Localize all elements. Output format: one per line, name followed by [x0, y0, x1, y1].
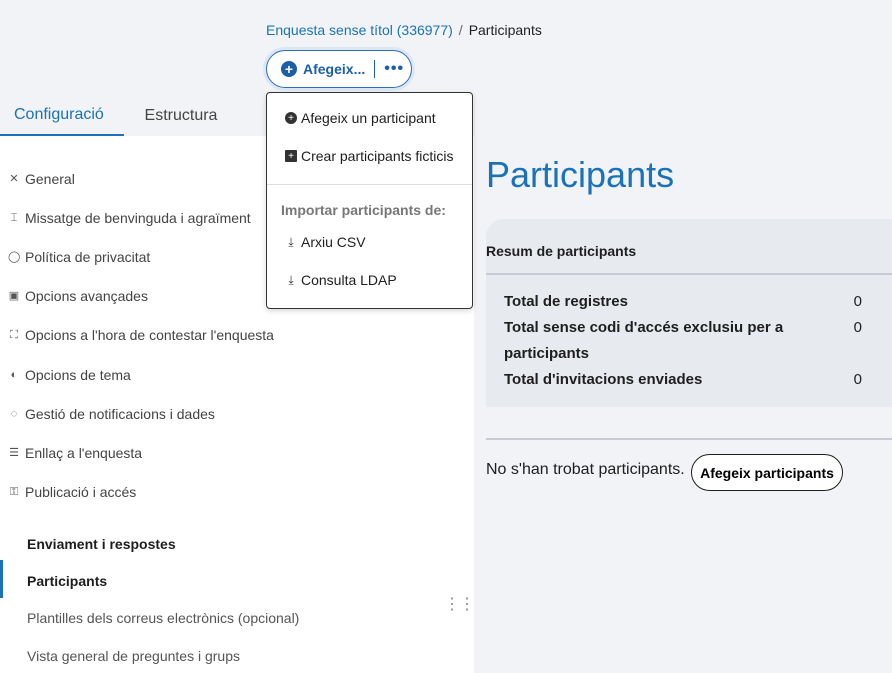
sidebar-item-label: Enllaç a l'enquesta: [25, 445, 143, 461]
breadcrumb-separator: /: [458, 22, 463, 38]
menu-item-label: Consulta LDAP: [301, 272, 397, 288]
summary-row-value: 0: [853, 371, 862, 388]
divider: [486, 438, 892, 440]
tab-configuracio[interactable]: Configuració: [0, 96, 124, 136]
plus-circle-icon: +: [285, 112, 297, 124]
sidebar-item-notifications[interactable]: ◌ Gestió de notificacions i dades: [8, 406, 215, 422]
sidebar-item-overview[interactable]: Vista general de preguntes i grups: [27, 648, 240, 664]
plus-square-icon: +: [285, 150, 297, 162]
menu-item-label: Afegeix un participant: [301, 110, 436, 126]
participants-summary-card: Resum de participants Total de registres…: [486, 219, 892, 407]
menu-item-label: Crear participants ficticis: [301, 148, 454, 164]
active-indicator: [0, 560, 3, 598]
sidebar-item-email-templates[interactable]: Plantilles dels correus electrònics (opc…: [27, 610, 299, 626]
add-split-button[interactable]: + Afegeix... •••: [266, 50, 412, 88]
drag-handle-icon[interactable]: ⋮⋮: [444, 597, 475, 613]
sidebar-item-label: Gestió de notificacions i dades: [25, 406, 215, 422]
sidebar-item-survey-link[interactable]: ☰ Enllaç a l'enquesta: [8, 445, 142, 461]
sidebar-item-advanced[interactable]: ▣ Opcions avançades: [8, 288, 148, 304]
focus-icon: ⛶: [10, 329, 18, 341]
menu-item-import-ldap[interactable]: ⤓ Consulta LDAP: [285, 272, 397, 288]
summary-row: Total de registres 0: [504, 289, 884, 315]
sidebar-item-answering[interactable]: ⛶ Opcions a l'hora de contestar l'enques…: [8, 327, 274, 343]
sidebar-item-label: General: [25, 171, 75, 187]
contrast-icon: ◐: [10, 369, 18, 381]
plus-circle-icon: +: [281, 61, 297, 77]
shield-icon: ◯: [8, 251, 21, 263]
download-icon: ⤓: [288, 234, 294, 249]
sidebar-item-theme[interactable]: ◐ Opcions de tema: [8, 367, 131, 383]
sidebar-item-label: Opcions de tema: [25, 367, 131, 383]
menu-item-dummy-participants[interactable]: + Crear participants ficticis: [285, 148, 454, 164]
options-icon: ▣: [8, 290, 20, 302]
summary-row-label: Total de registres: [504, 293, 628, 310]
download-icon: ⤓: [288, 272, 294, 287]
import-heading: Importar participants de:: [281, 202, 446, 218]
divider: [267, 184, 472, 185]
tab-estructura[interactable]: Estructura: [124, 96, 238, 136]
summary-row-value: 0: [853, 293, 862, 310]
sidebar-item-participants[interactable]: Participants: [27, 573, 107, 589]
sidebar-item-label: Opcions avançades: [25, 288, 148, 304]
add-dropdown-menu: + Afegeix un participant + Crear partici…: [266, 92, 473, 309]
add-split-button-label[interactable]: Afegeix...: [303, 61, 365, 77]
sidebar-item-label: Opcions a l'hora de contestar l'enquesta: [25, 327, 274, 343]
more-dots-icon[interactable]: •••: [384, 60, 404, 78]
breadcrumb-survey-link[interactable]: Enquesta sense títol (336977): [266, 22, 453, 38]
list-icon: ☰: [9, 447, 19, 459]
empty-message: No s'han trobat participants.: [486, 461, 685, 478]
breadcrumb-current: Participants: [468, 22, 542, 38]
sidebar-item-label: Publicació i accés: [25, 484, 137, 500]
section-title-sending: Enviament i respostes: [27, 536, 176, 552]
sidebar-item-label: Missatge de benvinguda i agraïment: [25, 210, 251, 226]
divider: [486, 273, 892, 275]
summary-title: Resum de participants: [486, 243, 637, 259]
sidebar-item-welcome[interactable]: ⌶ Missatge de benvinguda i agraïment: [8, 210, 251, 226]
settings-tabs: Configuració Estructura: [0, 96, 238, 136]
summary-row: Total d'invitacions enviades 0: [504, 367, 884, 393]
menu-item-import-csv[interactable]: ⤓ Arxiu CSV: [285, 234, 366, 250]
split-divider: [374, 60, 376, 78]
key-icon: ⚿: [9, 486, 19, 498]
summary-row-label: Total sense codi d'accés exclusiu per a …: [504, 319, 784, 362]
page-title: Participants: [486, 154, 675, 195]
summary-row-value: 0: [853, 319, 862, 336]
sidebar-item-publication[interactable]: ⚿ Publicació i accés: [8, 484, 136, 500]
tools-icon: ✕: [9, 173, 19, 185]
menu-item-add-participant[interactable]: + Afegeix un participant: [285, 110, 436, 126]
summary-row: Total sense codi d'accés exclusiu per a …: [504, 315, 884, 367]
text-icon: ⌶: [10, 212, 18, 224]
breadcrumb: Enquesta sense títol (336977) / Particip…: [266, 22, 542, 38]
sidebar-item-general[interactable]: ✕ General: [8, 171, 75, 187]
bell-icon: ◌: [10, 408, 18, 420]
menu-item-label: Arxiu CSV: [301, 234, 366, 250]
sidebar-item-label: Política de privacitat: [25, 249, 151, 265]
sidebar-item-privacy[interactable]: ◯ Política de privacitat: [8, 249, 150, 265]
summary-row-label: Total d'invitacions enviades: [504, 371, 703, 388]
add-participants-button[interactable]: Afegeix participants: [691, 454, 843, 491]
